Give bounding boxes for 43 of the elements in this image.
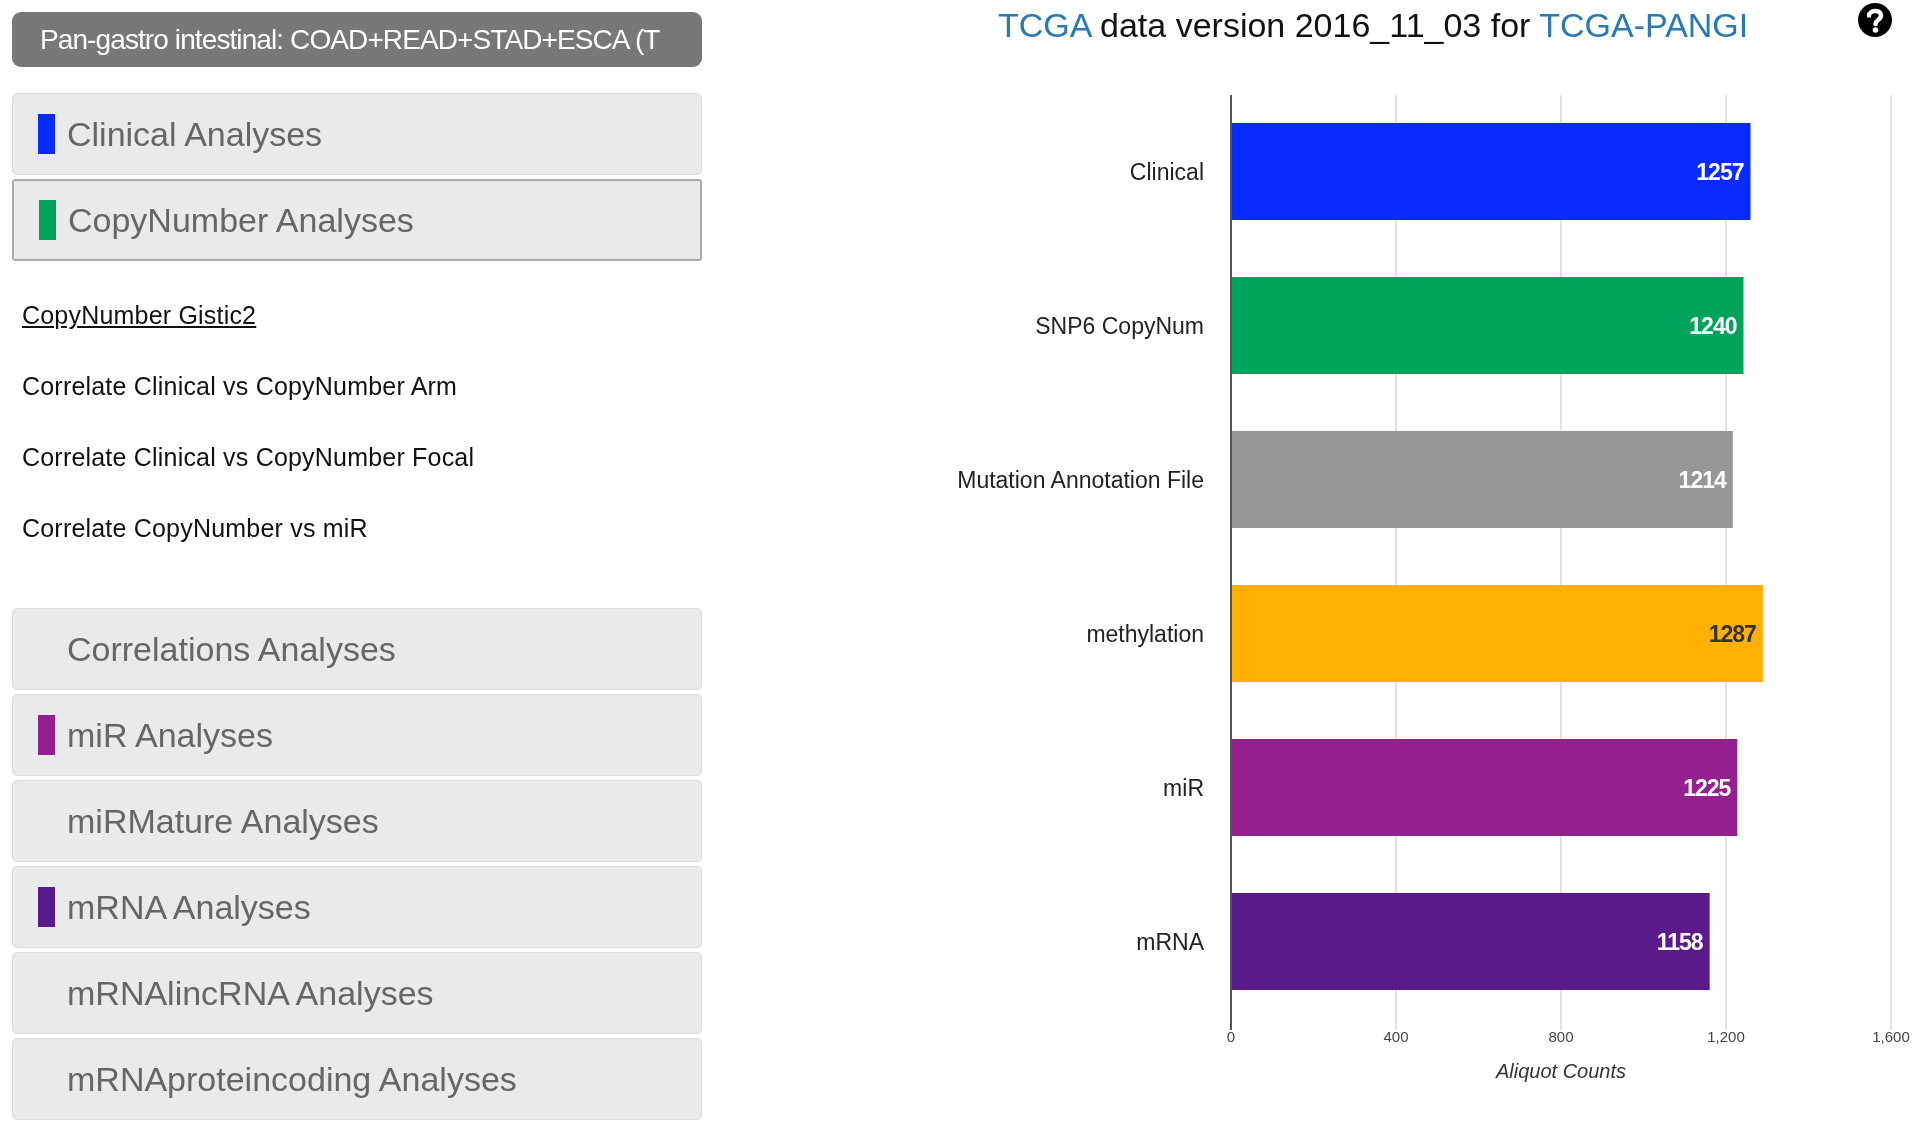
panel-title: Clinical Analyses	[67, 114, 323, 154]
analysis-link[interactable]: Correlate Clinical vs CopyNumber Arm	[22, 372, 702, 400]
accordion-panel[interactable]: mRNAlincRNA Analyses	[12, 952, 702, 1034]
tick-label: 0	[1226, 1028, 1236, 1045]
analysis-link[interactable]: CopyNumber Gistic2	[22, 301, 702, 329]
panel-title: Correlations Analyses	[67, 629, 396, 669]
tick-label: 1,200	[1707, 1028, 1745, 1045]
accordion-panel[interactable]: mRNAproteincoding Analyses	[12, 1038, 702, 1120]
value-label: 1240	[1689, 312, 1737, 339]
title-link[interactable]: TCGA	[998, 5, 1091, 44]
panel-title: mRNAproteincoding Analyses	[67, 1059, 517, 1099]
dataset-header[interactable]: Pan-gastro intestinal: COAD+READ+STAD+ESCA (T	[12, 12, 702, 67]
accordion-panel[interactable]: mRNA Analyses	[12, 866, 702, 948]
value-label: 1158	[1656, 928, 1703, 955]
value-label: 1257	[1696, 158, 1744, 185]
value-label: 1214	[1678, 466, 1726, 493]
value-label: 1287	[1708, 620, 1756, 647]
category-label: miR	[1163, 774, 1204, 801]
accordion-panel[interactable]: miRMature Analyses	[12, 780, 702, 862]
panel-title: CopyNumber Analyses	[68, 200, 414, 240]
value-label: 1225	[1683, 774, 1731, 801]
accordion-panel[interactable]: Clinical Analyses	[12, 93, 702, 175]
axis-title: Aliquot Counts	[1495, 1060, 1627, 1082]
analysis-link[interactable]: Correlate CopyNumber vs miR	[22, 514, 702, 542]
analysis-link[interactable]: Correlate Clinical vs CopyNumber Focal	[22, 443, 702, 471]
accordion-panel[interactable]: CopyNumber Analyses	[12, 179, 702, 261]
category-label: methylation	[1086, 620, 1204, 647]
accordion-panel[interactable]: Correlations Analyses	[12, 608, 702, 690]
tick-label: 400	[1383, 1028, 1409, 1045]
tick-label: 1,600	[1872, 1028, 1910, 1045]
tick-label: 800	[1548, 1028, 1574, 1045]
panel-title: miRMature Analyses	[67, 801, 379, 841]
panel-title: mRNAlincRNA Analyses	[67, 973, 434, 1013]
accordion-panel[interactable]: miR Analyses	[12, 694, 702, 776]
panel-title: mRNA Analyses	[67, 887, 311, 927]
category-label: mRNA	[1136, 928, 1204, 955]
help-icon[interactable]	[1857, 2, 1893, 38]
category-label: SNP6 CopyNum	[1035, 312, 1204, 339]
category-label: Mutation Annotation File	[957, 466, 1204, 493]
title-link[interactable]: TCGA-PANGI	[1539, 5, 1749, 44]
panel-title: miR Analyses	[67, 715, 273, 755]
category-label: Clinical	[1129, 158, 1204, 185]
chart-title: TCGA data version 2016_11_03 for TCGA-PANGI	[998, 5, 1749, 45]
